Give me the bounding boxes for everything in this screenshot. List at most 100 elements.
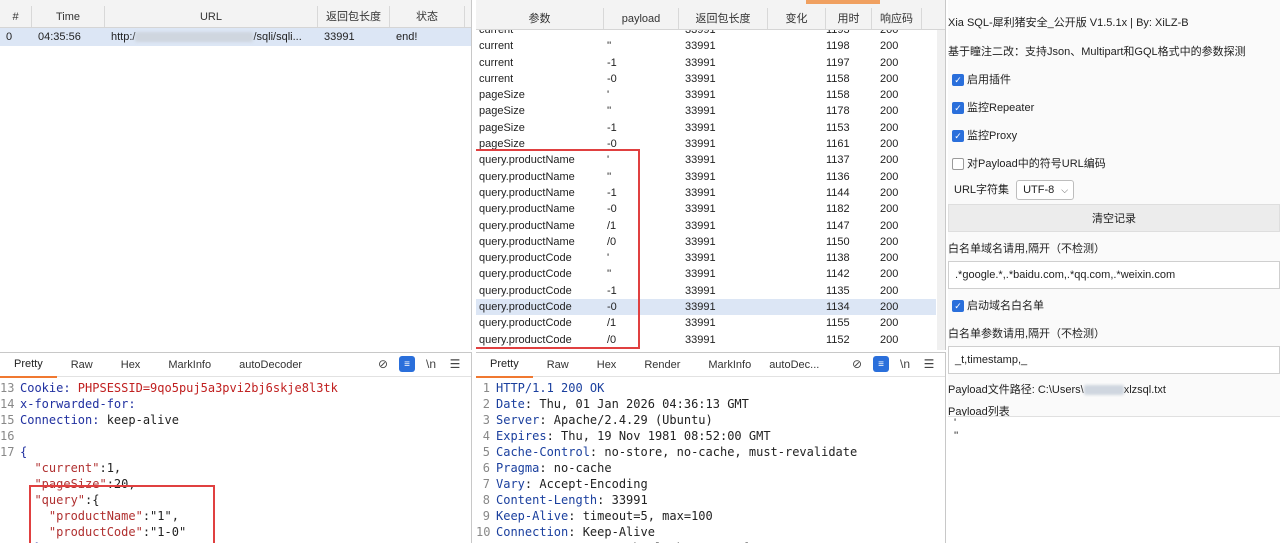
resp-tab-pretty[interactable]: Pretty <box>476 353 533 378</box>
param-table-row[interactable]: query.productCode ' 33991 1138 200 <box>476 250 936 266</box>
param-cell-code: 200 <box>880 121 899 134</box>
monitor-repeater-checkbox[interactable]: ✓ 监控Repeater <box>952 99 1034 115</box>
log-col-num[interactable]: # <box>0 6 32 27</box>
param-cell-code: 200 <box>880 333 899 346</box>
request-body[interactable]: 13 Cookie: PHPSESSID=9qo5puj5a3pvi2bj6skj… <box>0 377 471 543</box>
param-cell-code: 200 <box>880 40 899 53</box>
newline-icon[interactable]: \n <box>897 356 913 372</box>
log-table-row[interactable]: 0 04:35:56 http:/ /sqli/sqli... 33991 end… <box>0 28 471 46</box>
payload-list[interactable]: ' '' <box>948 416 1280 543</box>
param-col-time[interactable]: 用时 <box>826 8 872 29</box>
hide-icon[interactable]: ⊘ <box>375 356 391 372</box>
response-body[interactable]: 1 HTTP/1.1 200 OK 2 Date: Thu, 01 Jan 2026 … <box>476 377 945 543</box>
whitelist-param-input[interactable]: _t,timestamp,_ <box>948 346 1280 374</box>
line-number: 6 <box>482 461 490 475</box>
request-editor-tabs: Pretty Raw Hex MarkInfo autoDecoder ⊘ ≡ … <box>0 353 471 378</box>
param-table-row[interactable]: current -1 33991 1197 200 <box>476 55 936 71</box>
line-number: 16 <box>0 429 15 443</box>
enable-plugin-checkbox[interactable]: ✓ 启用插件 <box>952 71 1011 87</box>
code-line: 17 { <box>0 444 471 460</box>
req-tab-pretty[interactable]: Pretty <box>0 353 57 378</box>
wrap-icon[interactable]: ≡ <box>399 356 415 372</box>
line-number: 13 <box>0 381 15 395</box>
log-cell-time: 04:35:56 <box>38 31 81 43</box>
log-col-time[interactable]: Time <box>32 6 105 27</box>
payload-list-item[interactable]: ' <box>948 417 1280 430</box>
param-scrollbar[interactable] <box>937 30 945 350</box>
url-encode-checkbox[interactable]: 对Payload中的符号URL编码 <box>952 155 1106 171</box>
code-key: Pragma <box>496 461 540 475</box>
charset-label: URL字符集 <box>954 183 1010 196</box>
whitelist-domain-input[interactable]: .*google.*,.*baidu.com,.*qq.com,.*weixin… <box>948 261 1280 289</box>
code-key: "productName" <box>20 509 143 523</box>
param-col-change[interactable]: 变化 <box>768 8 826 29</box>
code-key: Keep-Alive <box>496 509 569 523</box>
param-table-row[interactable]: pageSize ' 33991 1158 200 <box>476 87 936 103</box>
code-line: "productCode":"1-0" <box>0 524 471 540</box>
code-key: Connection: <box>20 413 107 427</box>
param-cell-name: query.productCode <box>479 284 572 297</box>
log-col-status[interactable]: 状态 <box>390 6 465 27</box>
resp-tab-markinfo[interactable]: MarkInfo <box>694 353 765 377</box>
domain-whitelist-checkbox[interactable]: ✓ 启动域名白名单 <box>952 297 1044 313</box>
param-cell-change <box>768 201 826 217</box>
monitor-proxy-checkbox[interactable]: ✓ 监控Proxy <box>952 127 1017 143</box>
resp-tab-render[interactable]: Render <box>630 353 694 377</box>
param-cell-name: query.productCode <box>479 252 572 265</box>
param-table-row[interactable]: query.productCode -0 33991 1134 200 <box>476 299 936 316</box>
checkbox-label: 监控Repeater <box>967 102 1035 114</box>
charset-select[interactable]: UTF-8 ⌵ <box>1016 180 1075 200</box>
code-key: "productCode" <box>20 525 143 539</box>
resp-tab-autodecoder[interactable]: autoDec... <box>765 353 823 377</box>
log-col-length[interactable]: 返回包长度 <box>318 6 390 27</box>
code-line: 14 x-forwarded-for: <box>0 396 471 412</box>
param-cell-change <box>768 299 826 315</box>
param-cell-payload: '' <box>607 170 612 183</box>
param-col-payload[interactable]: payload <box>604 8 679 29</box>
hide-icon[interactable]: ⊘ <box>849 356 865 372</box>
req-tab-autodecoder[interactable]: autoDecoder <box>225 353 316 377</box>
param-table-row[interactable]: current '' 33991 1198 200 <box>476 38 936 54</box>
param-table-row[interactable]: query.productCode -1 33991 1135 200 <box>476 283 936 299</box>
line-number: 5 <box>482 445 490 459</box>
payload-list-item[interactable]: '' <box>948 430 1280 443</box>
resp-tab-raw[interactable]: Raw <box>533 353 583 377</box>
param-table-row[interactable]: query.productCode/0 33991 1152 200 <box>476 332 936 348</box>
code-value: : no-store, no-cache, must-revalidate <box>589 445 858 459</box>
log-col-url[interactable]: URL <box>105 6 318 27</box>
menu-icon[interactable]: ☰ <box>921 356 937 372</box>
param-table-row[interactable]: pageSize '' 33991 1178 200 <box>476 103 936 119</box>
whitelist-param-label: 白名单参数请用,隔开（不检测） <box>948 328 1106 340</box>
param-col-length[interactable]: 返回包长度 <box>679 8 768 29</box>
param-table-row[interactable]: query.productName/1 33991 1147 200 <box>476 218 936 234</box>
param-cell-length: 33991 <box>685 121 716 134</box>
param-table-row[interactable]: query.productName -0 33991 1182 200 <box>476 201 936 217</box>
param-cell-code: 200 <box>880 301 899 314</box>
resp-tab-hex[interactable]: Hex <box>583 353 631 377</box>
wrap-icon[interactable]: ≡ <box>873 356 889 372</box>
param-table-row[interactable]: query.productName '' 33991 1136 200 <box>476 169 936 185</box>
param-cell-name: current <box>479 56 514 69</box>
param-table-row[interactable]: query.productName/0 33991 1150 200 <box>476 234 936 250</box>
param-cell-time: 1182 <box>826 203 850 216</box>
param-table-row[interactable]: query.productName -1 33991 1144 200 <box>476 185 936 201</box>
req-tab-markinfo[interactable]: MarkInfo <box>154 353 225 377</box>
log-panel: # Time URL 返回包长度 状态 0 04:35:56 http:/ /sq… <box>0 0 472 350</box>
menu-icon[interactable]: ☰ <box>447 356 463 372</box>
param-table-row[interactable]: query.productName ' 33991 1137 200 <box>476 152 936 168</box>
param-col-code[interactable]: 响应码 <box>872 8 922 29</box>
req-tab-hex[interactable]: Hex <box>107 353 155 377</box>
whitelist-domain-label: 白名单域名请用,隔开（不检测） <box>948 243 1106 255</box>
param-cell-code: 200 <box>880 89 899 102</box>
param-table-row[interactable]: current -0 33991 1158 200 <box>476 71 936 87</box>
req-tab-raw[interactable]: Raw <box>57 353 107 377</box>
line-number: 7 <box>482 477 490 491</box>
param-table-row[interactable]: pageSize -1 33991 1153 200 <box>476 120 936 136</box>
clear-records-button[interactable]: 清空记录 <box>948 204 1280 232</box>
newline-icon[interactable]: \n <box>423 356 439 372</box>
param-col-name[interactable]: 参数 <box>476 8 604 29</box>
param-table-row[interactable]: pageSize -0 33991 1161 200 <box>476 136 936 152</box>
param-table-row[interactable]: query.productCode/1 33991 1155 200 <box>476 315 936 331</box>
param-table-row[interactable]: query.productCode '' 33991 1142 200 <box>476 266 936 282</box>
param-cell-time: 1197 <box>826 56 850 69</box>
